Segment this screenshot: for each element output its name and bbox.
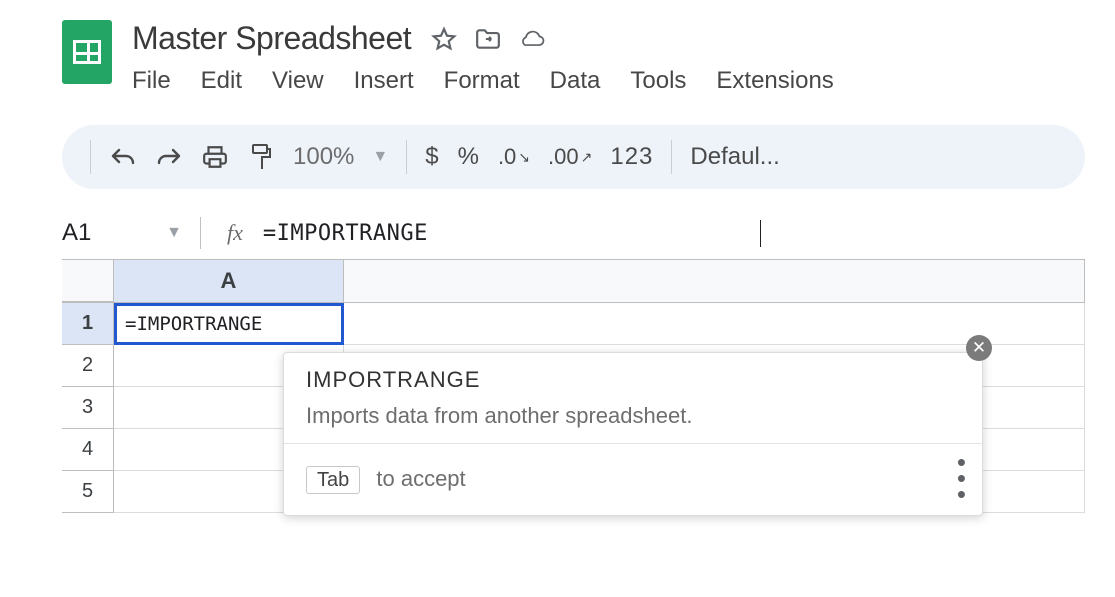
- select-all-corner[interactable]: [62, 260, 114, 302]
- row-header-2[interactable]: 2: [62, 345, 114, 387]
- app-header: Master Spreadsheet File Edit View Insert…: [62, 20, 1085, 95]
- formula-bar: A1 ▼ fx: [62, 217, 1085, 249]
- formula-input[interactable]: [261, 220, 761, 247]
- fx-icon: fx: [227, 220, 243, 246]
- row-header-1[interactable]: 1: [62, 303, 114, 345]
- row-header-4[interactable]: 4: [62, 429, 114, 471]
- percent-button[interactable]: %: [458, 143, 480, 171]
- name-box-dropdown-icon[interactable]: ▼: [166, 224, 182, 242]
- zoom-dropdown-icon[interactable]: ▼: [372, 148, 388, 166]
- increase-decimal-button[interactable]: .00↗: [548, 143, 592, 171]
- column-header-rest[interactable]: [344, 260, 1085, 302]
- name-box[interactable]: A1 ▼: [62, 219, 182, 247]
- menu-bar: File Edit View Insert Format Data Tools …: [132, 67, 834, 95]
- more-options-icon[interactable]: •••: [957, 456, 964, 501]
- redo-button[interactable]: [155, 143, 183, 171]
- function-name: IMPORTRANGE: [306, 367, 960, 393]
- cloud-saved-icon[interactable]: [519, 26, 545, 52]
- paint-format-button[interactable]: [247, 143, 275, 171]
- cell-reference: A1: [62, 219, 91, 247]
- row-header-3[interactable]: 3: [62, 387, 114, 429]
- star-icon[interactable]: [431, 26, 457, 52]
- number-format-button[interactable]: 123: [610, 143, 653, 171]
- font-family-dropdown[interactable]: Defaul...: [690, 143, 779, 171]
- formula-autocomplete: ✕ IMPORTRANGE Imports data from another …: [283, 352, 983, 516]
- menu-extensions[interactable]: Extensions: [716, 67, 833, 95]
- close-icon[interactable]: ✕: [966, 335, 992, 361]
- print-button[interactable]: [201, 143, 229, 171]
- toolbar: 100% ▼ $ % .0↘ .00↗ 123 Defaul...: [62, 125, 1085, 189]
- document-title[interactable]: Master Spreadsheet: [132, 20, 411, 57]
- move-folder-icon[interactable]: [475, 26, 501, 52]
- sheets-logo[interactable]: [62, 20, 112, 84]
- menu-file[interactable]: File: [132, 67, 171, 95]
- active-cell-a1[interactable]: =IMPORTRANGE: [114, 303, 344, 345]
- menu-format[interactable]: Format: [444, 67, 520, 95]
- menu-insert[interactable]: Insert: [354, 67, 414, 95]
- currency-button[interactable]: $: [425, 143, 439, 171]
- zoom-value[interactable]: 100%: [293, 143, 354, 171]
- function-description: Imports data from another spreadsheet.: [306, 403, 960, 429]
- autocomplete-suggestion[interactable]: IMPORTRANGE Imports data from another sp…: [284, 353, 982, 443]
- menu-view[interactable]: View: [272, 67, 324, 95]
- decrease-decimal-button[interactable]: .0↘: [498, 143, 530, 171]
- tab-key-hint: Tab: [306, 466, 360, 494]
- accept-hint: to accept: [376, 466, 465, 491]
- menu-data[interactable]: Data: [550, 67, 601, 95]
- row-header-5[interactable]: 5: [62, 471, 114, 513]
- column-header-a[interactable]: A: [114, 260, 344, 302]
- menu-edit[interactable]: Edit: [201, 67, 242, 95]
- undo-button[interactable]: [109, 143, 137, 171]
- menu-tools[interactable]: Tools: [630, 67, 686, 95]
